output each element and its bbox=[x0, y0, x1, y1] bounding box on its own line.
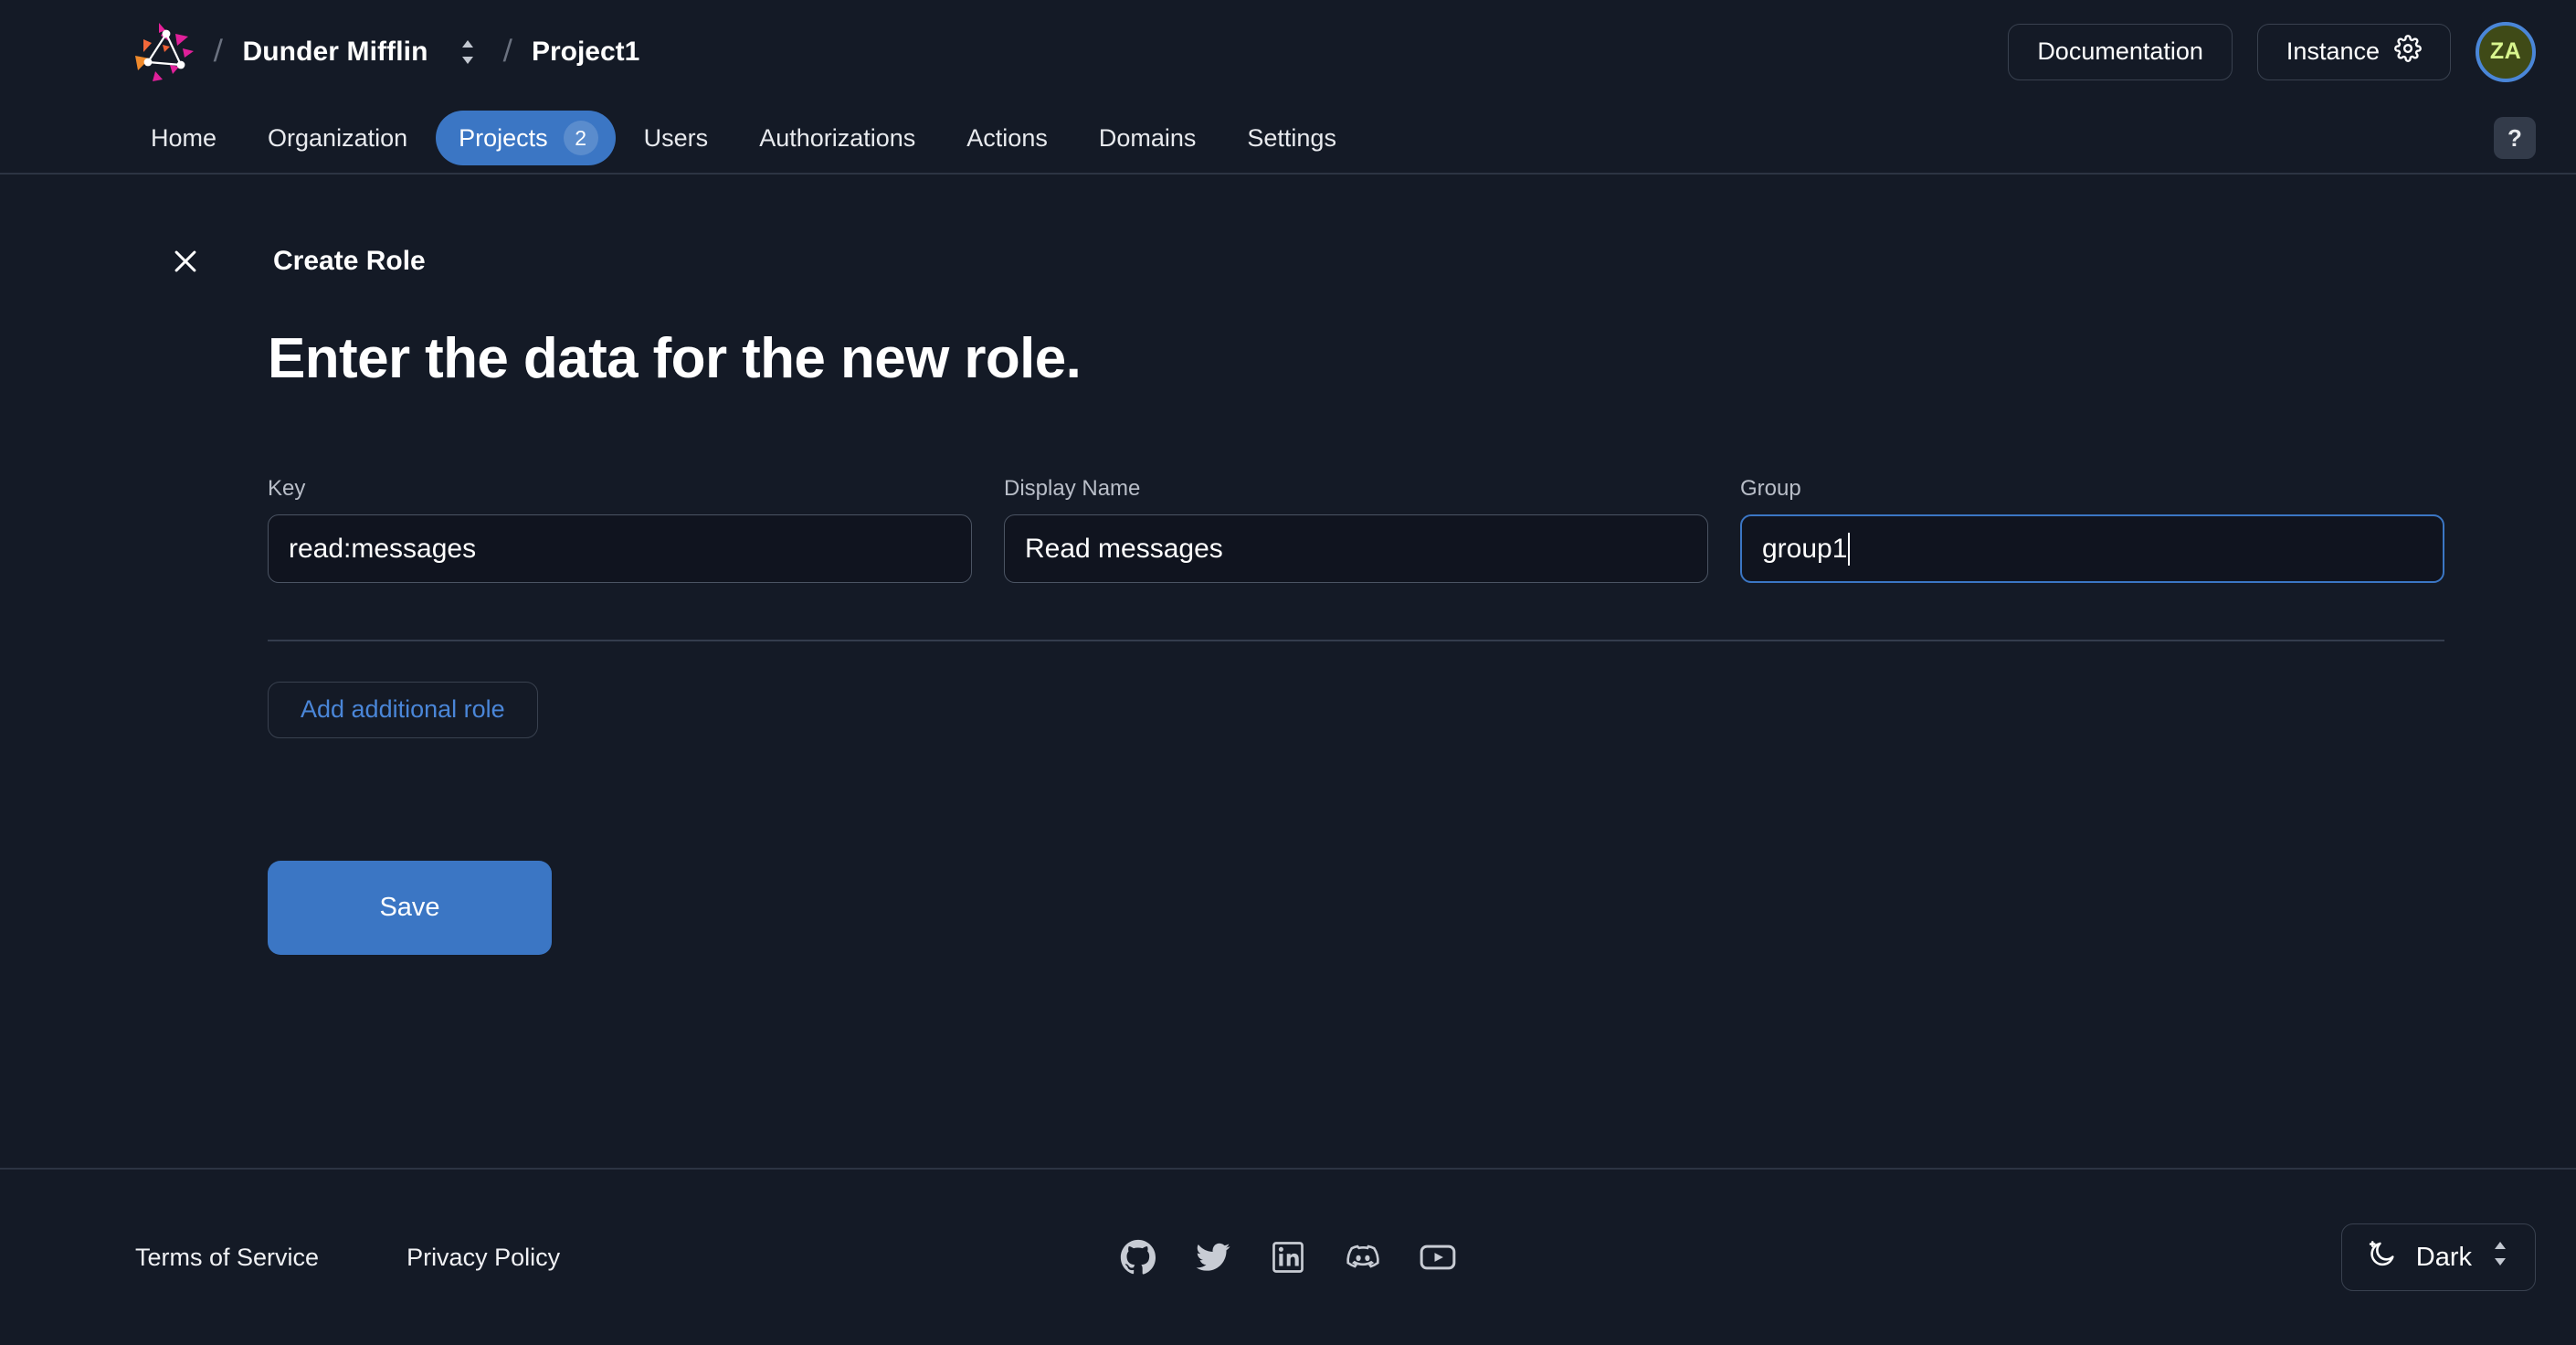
nav-label: Actions bbox=[966, 123, 1048, 152]
avatar[interactable]: ZA bbox=[2476, 21, 2536, 82]
page-title: Create Role bbox=[273, 246, 426, 276]
nav-item-actions[interactable]: Actions bbox=[944, 116, 1071, 161]
field-group: Group group1 bbox=[1740, 476, 2444, 583]
top-header-bar: / Dunder Mifflin / Project1 Documentatio… bbox=[0, 0, 2576, 103]
breadcrumb: / Dunder Mifflin / Project1 bbox=[128, 21, 639, 83]
header-actions: Documentation Instance ZA bbox=[2008, 21, 2536, 82]
field-display-name: Display Name Read messages bbox=[1004, 476, 1708, 583]
terms-of-service-link[interactable]: Terms of Service bbox=[135, 1244, 319, 1272]
nav-item-home[interactable]: Home bbox=[128, 116, 239, 161]
theme-selector[interactable]: Dark bbox=[2340, 1223, 2536, 1291]
save-button[interactable]: Save bbox=[268, 860, 552, 955]
section-divider bbox=[268, 640, 2444, 641]
key-input[interactable]: read:messages bbox=[268, 514, 972, 583]
nav-item-settings[interactable]: Settings bbox=[1224, 116, 1359, 161]
nav-item-organization[interactable]: Organization bbox=[245, 116, 430, 161]
privacy-policy-link[interactable]: Privacy Policy bbox=[406, 1244, 560, 1272]
nav-label: Organization bbox=[268, 123, 408, 152]
project-name[interactable]: Project1 bbox=[532, 37, 639, 68]
app-root: / Dunder Mifflin / Project1 Documentatio… bbox=[0, 0, 2576, 1345]
linkedin-icon[interactable] bbox=[1269, 1238, 1307, 1276]
primary-navigation: Home Organization Projects 2 Users Autho… bbox=[0, 103, 2576, 175]
display-name-input-value: Read messages bbox=[1025, 533, 1223, 564]
chevron-up-down-icon[interactable] bbox=[452, 34, 483, 70]
key-input-value: read:messages bbox=[289, 533, 477, 564]
github-icon[interactable] bbox=[1119, 1238, 1157, 1276]
main-content: Create Role Enter the data for the new r… bbox=[0, 175, 2576, 1168]
theme-label: Dark bbox=[2415, 1242, 2472, 1272]
nav-label: Settings bbox=[1247, 123, 1336, 152]
nav-item-authorizations[interactable]: Authorizations bbox=[736, 116, 938, 161]
breadcrumb-separator-2: / bbox=[501, 34, 512, 69]
close-icon[interactable] bbox=[164, 240, 206, 282]
field-display-name-label: Display Name bbox=[1004, 476, 1141, 501]
role-fields-row: Key read:messages Display Name Read mess… bbox=[268, 476, 2444, 583]
instance-button[interactable]: Instance bbox=[2256, 23, 2451, 80]
nav-item-projects[interactable]: Projects 2 bbox=[436, 111, 616, 165]
twitter-icon[interactable] bbox=[1194, 1238, 1232, 1276]
group-input[interactable]: group1 bbox=[1740, 514, 2444, 583]
nav-label: Home bbox=[151, 123, 217, 152]
nav-item-domains[interactable]: Domains bbox=[1076, 116, 1219, 161]
display-name-input[interactable]: Read messages bbox=[1004, 514, 1708, 583]
nav-label: Projects bbox=[459, 123, 548, 152]
gear-icon bbox=[2394, 35, 2422, 69]
social-links bbox=[1119, 1238, 1457, 1276]
moon-sparkle-icon bbox=[2367, 1238, 2398, 1276]
nav-label: Users bbox=[643, 123, 709, 152]
field-group-label: Group bbox=[1740, 476, 1801, 501]
text-cursor bbox=[1848, 532, 1851, 566]
nav-badge-projects: 2 bbox=[563, 121, 598, 155]
add-additional-role-button[interactable]: Add additional role bbox=[268, 681, 538, 738]
nav-label: Domains bbox=[1098, 123, 1197, 152]
nav-item-list: Home Organization Projects 2 Users Autho… bbox=[128, 111, 1359, 165]
instance-label: Instance bbox=[2286, 37, 2380, 65]
youtube-icon[interactable] bbox=[1419, 1238, 1457, 1276]
avatar-initials: ZA bbox=[2489, 38, 2522, 64]
footer-link-list: Terms of Service Privacy Policy bbox=[135, 1244, 560, 1272]
help-button[interactable]: ? bbox=[2494, 117, 2536, 159]
documentation-button[interactable]: Documentation bbox=[2008, 23, 2233, 80]
group-input-value: group1 bbox=[1762, 533, 1848, 564]
field-key: Key read:messages bbox=[268, 476, 972, 583]
nav-item-users[interactable]: Users bbox=[621, 116, 732, 161]
breadcrumb-separator-1: / bbox=[213, 34, 224, 69]
triangle-network-logo[interactable] bbox=[128, 21, 194, 83]
form-heading: Enter the data for the new role. bbox=[268, 327, 1082, 390]
chevron-up-down-icon bbox=[2490, 1239, 2510, 1276]
discord-icon[interactable] bbox=[1344, 1238, 1382, 1276]
form-container: Enter the data for the new role. Key rea… bbox=[0, 326, 2536, 955]
nav-label: Authorizations bbox=[759, 123, 916, 152]
modal-header: Create Role bbox=[0, 175, 2536, 282]
field-key-label: Key bbox=[268, 476, 306, 501]
organization-name[interactable]: Dunder Mifflin bbox=[242, 37, 428, 68]
page-footer: Terms of Service Privacy Policy Dark bbox=[0, 1168, 2576, 1345]
documentation-label: Documentation bbox=[2037, 37, 2203, 65]
